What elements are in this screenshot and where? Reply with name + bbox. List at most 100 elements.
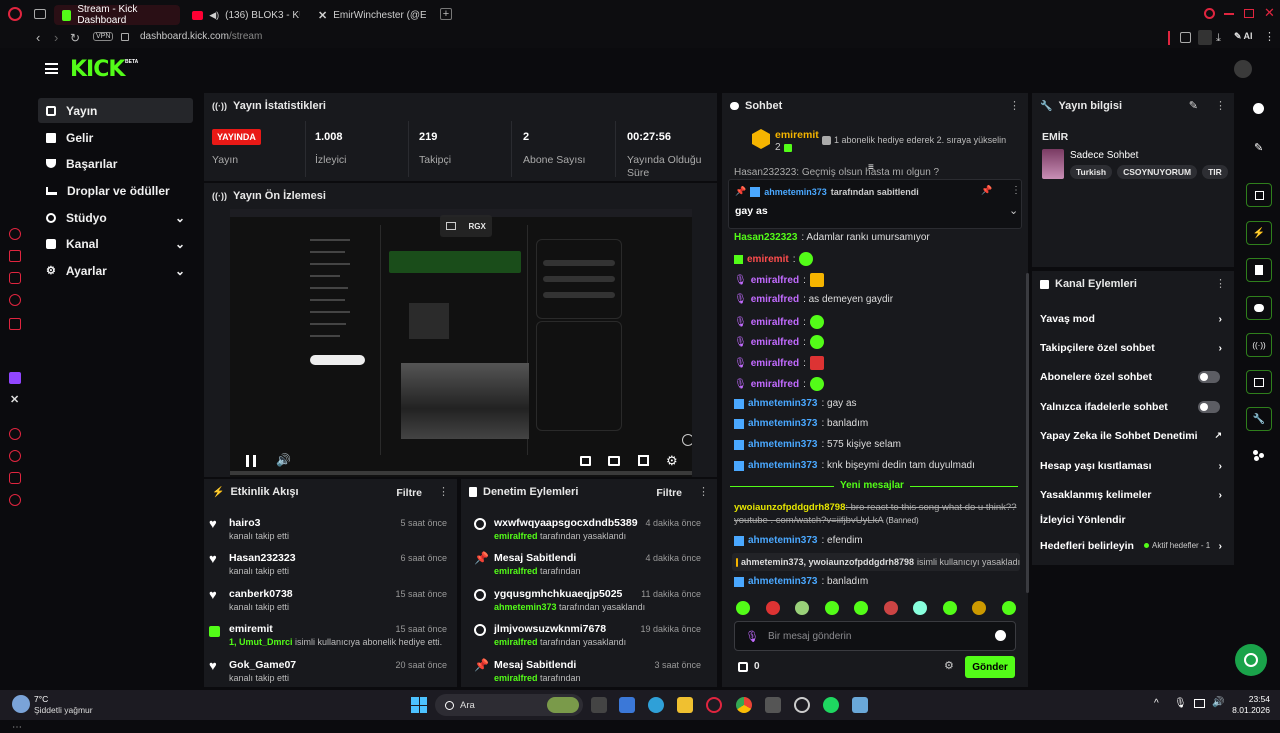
info-icon[interactable] [1253,103,1264,114]
sidebar-ai-icon[interactable] [9,228,21,240]
opera-logo-icon[interactable] [8,7,22,21]
action-banned-words[interactable]: Yasaklanmış kelimeler › [1040,485,1230,505]
apps-icon[interactable] [1253,450,1264,461]
volume-button[interactable]: 🔊 [276,453,291,467]
action-account-age[interactable]: Hesap yaşı kısıtlaması › [1040,456,1230,476]
hamburger-menu-icon[interactable] [45,63,58,74]
rail-button-tools[interactable]: 🔧 [1246,407,1272,431]
sidebar-twitch-icon[interactable] [9,372,21,384]
chat-username[interactable]: ahmetemin373 [748,460,817,471]
refresh-icon[interactable] [682,434,692,446]
top-gifter-name[interactable]: emiremit [775,129,819,141]
sidebar-history-icon[interactable] [9,450,21,462]
chat-settings-icon[interactable]: ⚙ [944,659,954,672]
maximize-button[interactable] [1244,9,1254,18]
category-name[interactable]: Sadece Sohbet [1070,150,1138,161]
kick-logo[interactable]: KICK [70,57,125,82]
nav-item-ayarlar[interactable]: ⚙ Ayarlar ⌄ [38,258,193,283]
pause-button[interactable] [246,455,256,467]
minimize-button[interactable] [1224,13,1234,15]
chat-username[interactable]: ahmetemin373 [748,535,817,546]
extension-avatar-icon[interactable] [1198,30,1212,45]
task-view-icon[interactable] [591,697,607,713]
action-emotes-only[interactable]: Yalnızca ifadelerle sohbet [1040,397,1230,417]
chat-username[interactable]: emiralfred [751,275,799,286]
weather-temp[interactable]: 7°C [34,694,48,704]
sidebar-more-icon[interactable]: ⋯ [12,722,22,733]
sidebar-messenger-icon[interactable] [9,294,21,306]
progress-bar[interactable] [230,471,692,475]
unpin-icon[interactable]: 📌 [981,185,992,196]
chat-username[interactable]: ahmetemin373 [748,439,817,450]
search-tabs-icon[interactable] [1204,8,1215,19]
player-settings-button[interactable]: ⚙ [666,453,678,469]
chat-input[interactable]: 🎙 Bir mesaj gönderin [734,621,1016,651]
nav-item-yayin[interactable]: Yayın [38,98,193,123]
action-goals[interactable]: Hedefleri belirleyin Aktif hedefler - 1 … [1040,536,1230,556]
chat-username[interactable]: emiralfred [751,358,799,369]
tab-kick-dashboard[interactable]: Stream - Kick Dashboard [54,4,180,26]
tab-x-profile[interactable]: ✕ EmirWinchester (@EmirWi [310,5,434,25]
sidebar-x-icon[interactable]: ✕ [10,393,19,406]
tab-youtube[interactable]: ◀) (136) BLOK3 - KUSUR [184,5,308,25]
clock-time[interactable]: 23:54 [1238,694,1270,704]
sidebar-music-icon[interactable] [9,318,21,330]
action-slow-mode[interactable]: Yavaş mod › [1040,309,1230,329]
channel-points[interactable]: 0 [738,661,760,672]
app-icon[interactable] [852,697,868,713]
filter-button[interactable]: Filtre [656,487,682,499]
url-field[interactable]: dashboard.kick.com/stream [140,31,262,42]
spotify-icon[interactable] [823,697,839,713]
chat-scrollbar[interactable] [1026,273,1029,593]
download-icon[interactable]: ⤓ [1216,32,1221,45]
sidebar-flow-icon[interactable] [9,250,21,262]
emotes-only-toggle[interactable] [1198,401,1220,413]
opera-gx-icon[interactable] [706,697,722,713]
sidebar-pinboard-icon[interactable] [9,472,21,484]
video-player[interactable]: RGX 🔊 ⚙ [230,209,692,477]
rail-button-lightning[interactable]: ⚡ [1246,221,1272,245]
chat-username[interactable]: Hasan232323 [734,232,797,243]
emote-icon[interactable] [972,601,987,615]
rail-button-layout[interactable] [1246,370,1272,394]
edit-icon[interactable]: ✎ [1254,141,1263,154]
chat-username[interactable]: ahmetemin373 [748,576,817,587]
action-subscribers-only[interactable]: Abonelere özel sohbet [1040,367,1230,387]
chat-username[interactable]: ahmetemin373 [748,398,817,409]
tray-volume-icon[interactable]: 🔊 [1212,697,1224,708]
chat-username[interactable]: ywoiaunzofpddgdrh8798 [734,502,845,513]
sidebar-settings-icon[interactable] [9,494,21,506]
extensions-icon[interactable] [1180,32,1191,43]
chat-username[interactable]: emiralfred [751,294,799,305]
tag-chip[interactable]: CSOYNUYORUM [1117,165,1198,179]
weather-icon[interactable] [12,695,30,713]
scene-switcher[interactable]: RGX [440,215,492,237]
rail-button-camera[interactable] [1246,183,1272,207]
sidebar-player-icon[interactable] [9,428,21,440]
emote-icon[interactable] [913,601,928,615]
nav-item-basarilar[interactable]: Başarılar [38,151,193,176]
emote-icon[interactable] [824,601,839,615]
emote-icon[interactable] [854,601,869,615]
vpn-badge[interactable]: VPN [93,32,114,41]
more-options-icon[interactable]: ⋮ [698,487,709,498]
emoji-picker-icon[interactable] [995,630,1006,641]
nav-item-kanal[interactable]: Kanal ⌄ [38,231,193,256]
fullscreen-button[interactable] [638,455,649,466]
scroll-grip-icon[interactable]: ≡ [868,162,874,173]
more-options-icon[interactable]: ⋮ [1215,279,1226,290]
obs-icon[interactable] [794,697,810,713]
tag-chip[interactable]: Turkish [1070,165,1113,179]
pip-button[interactable] [580,456,591,466]
chat-username[interactable]: ahmetemin373 [748,418,817,429]
workspaces-icon[interactable] [34,9,46,19]
emote-icon[interactable] [883,601,898,615]
forward-button[interactable]: › [54,30,58,45]
close-window-button[interactable]: ✕ [1264,5,1275,21]
rail-button-chat[interactable] [1246,296,1272,320]
browser-menu-icon[interactable]: ⋮ [1264,30,1275,43]
edge-icon[interactable] [648,697,664,713]
tray-mic-icon[interactable]: 🎙 [1174,698,1187,709]
emote-icon[interactable] [765,601,780,615]
clock-date[interactable]: 8.01.2026 [1226,705,1270,715]
